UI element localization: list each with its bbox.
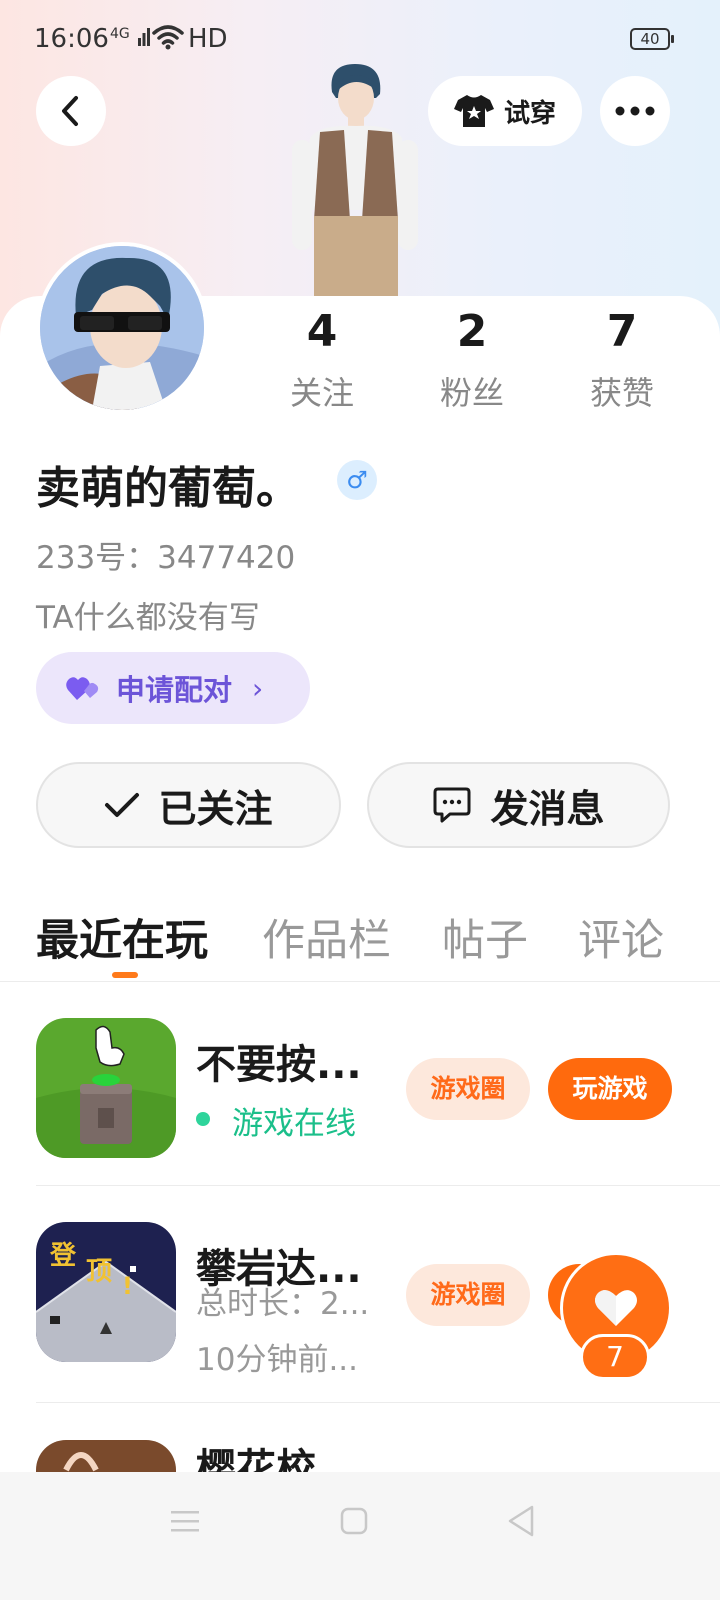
system-navigation-bar [0, 1472, 720, 1600]
more-options-button[interactable] [600, 76, 670, 146]
signal-icon [138, 28, 150, 46]
tab-works[interactable]: 作品栏 [262, 906, 391, 968]
hd-indicator: HD [188, 24, 228, 54]
likes-count: 7 [606, 306, 638, 357]
try-on-button[interactable]: 试穿 [428, 76, 582, 146]
divider [36, 1402, 720, 1403]
following-count: 4 [306, 306, 338, 357]
stat-fans[interactable]: 2 粉丝 [412, 306, 532, 414]
back-nav-icon[interactable] [506, 1504, 536, 1538]
chevron-left-icon [62, 96, 78, 126]
profile-tabs: 最近在玩 作品栏 帖子 评论 [0, 900, 720, 982]
hearts-icon [66, 677, 99, 700]
game-playtime: 总时长：2... [196, 1286, 370, 1322]
play-game-button[interactable]: 玩游戏 [548, 1058, 672, 1120]
like-count-badge: 7 [580, 1334, 650, 1380]
divider [36, 1185, 720, 1186]
followed-label: 已关注 [158, 786, 273, 831]
following-label: 关注 [289, 374, 354, 412]
menu-icon[interactable] [170, 1506, 200, 1536]
send-message-label: 发消息 [490, 786, 605, 831]
game-last-played: 10分钟前... [196, 1342, 359, 1378]
game-title: 不要按... [196, 1042, 362, 1088]
home-icon[interactable] [340, 1506, 368, 1536]
online-status-dot [196, 1112, 210, 1126]
user-bio: TA什么都没有写 [36, 600, 260, 636]
fans-count: 2 [456, 306, 488, 357]
chat-bubble-icon [433, 787, 471, 823]
stat-likes[interactable]: 7 获赞 [562, 306, 682, 414]
game-circle-button[interactable]: 游戏圈 [406, 1058, 530, 1120]
game-icon: 登 顶 ! [36, 1222, 176, 1362]
likes-label: 获赞 [589, 374, 654, 412]
request-pair-button[interactable]: 申请配对 › [36, 652, 310, 724]
checkmark-icon [105, 793, 140, 817]
more-icon [615, 106, 655, 116]
game-icon [36, 1018, 176, 1158]
tab-posts[interactable]: 帖子 [442, 906, 528, 968]
game-icon-text-1: 登 [49, 1240, 77, 1271]
list-item[interactable]: 不要按... 游戏在线 游戏圈 玩游戏 [36, 1018, 684, 1160]
try-on-label: 试穿 [503, 98, 556, 129]
user-id: 233号：3477420 [36, 540, 296, 576]
game-circle-button[interactable]: 游戏圈 [406, 1264, 530, 1326]
send-message-button[interactable]: 发消息 [367, 762, 670, 848]
battery-icon: 40 [630, 28, 674, 50]
male-gender-icon: ♂ [337, 460, 377, 500]
active-tab-indicator [112, 972, 138, 978]
chevron-right-icon: › [252, 671, 264, 705]
followed-button[interactable]: 已关注 [36, 762, 341, 848]
status-time: 16:06 [34, 24, 109, 54]
avatar[interactable] [36, 242, 208, 414]
tab-recently-played[interactable]: 最近在玩 [36, 906, 208, 968]
pair-label: 申请配对 [116, 673, 233, 707]
game-online-status: 游戏在线 [232, 1106, 356, 1142]
heart-icon [595, 1290, 637, 1326]
network-type: 4G [110, 26, 130, 42]
back-button[interactable] [36, 76, 106, 146]
tab-comments[interactable]: 评论 [578, 906, 664, 968]
character-3d-avatar [292, 64, 418, 300]
username: 卖萌的葡萄。 [36, 463, 300, 514]
avatar-image [40, 246, 204, 410]
wifi-icon [152, 25, 184, 50]
game-icon-text-3: ! [122, 1272, 133, 1300]
stat-following[interactable]: 4 关注 [262, 306, 382, 414]
fans-label: 粉丝 [439, 374, 504, 412]
tshirt-icon [453, 95, 494, 127]
game-icon-text-2: 顶 [86, 1257, 112, 1287]
